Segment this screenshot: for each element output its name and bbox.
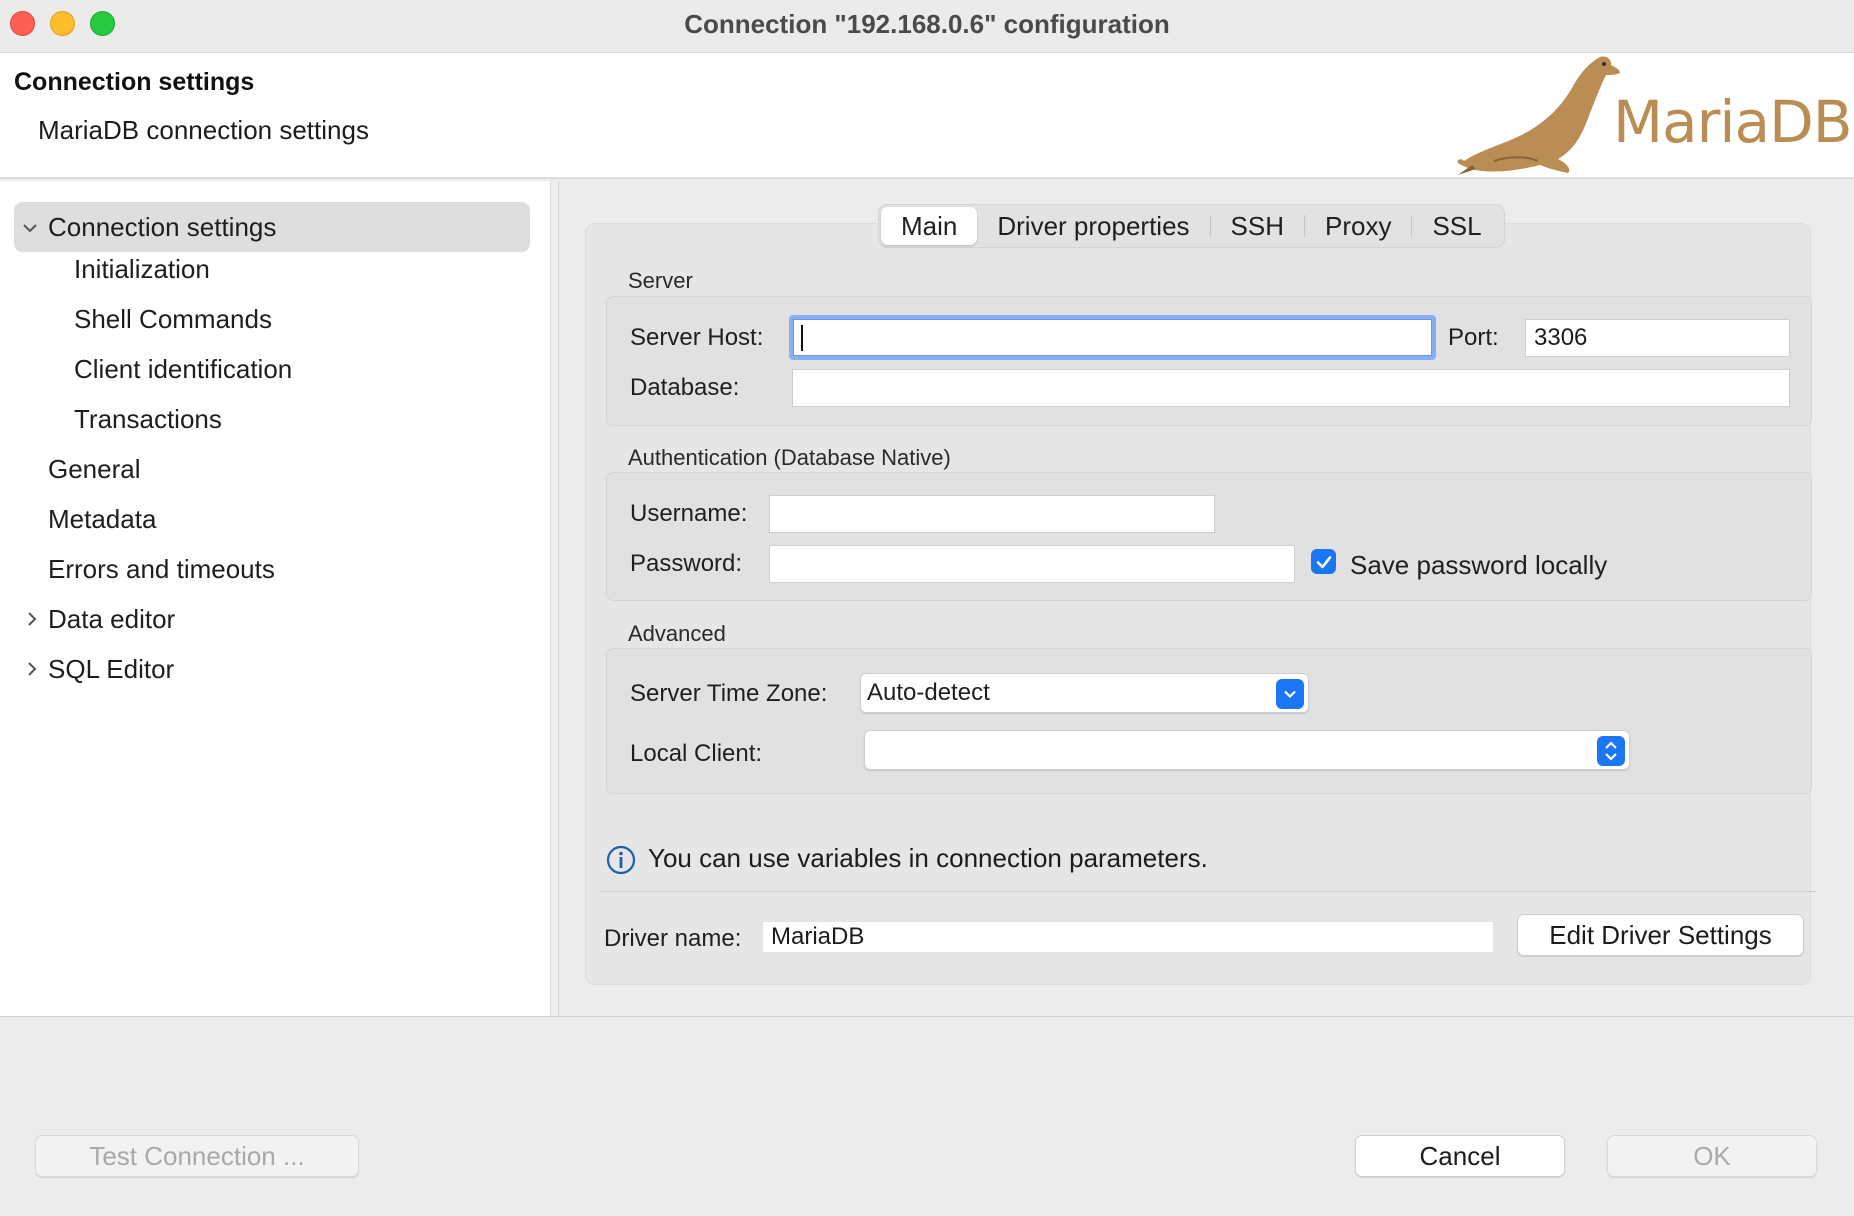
driver-name-label: Driver name:	[604, 925, 742, 952]
cancel-button[interactable]: Cancel	[1355, 1135, 1565, 1177]
tab-driver-properties[interactable]: Driver properties	[977, 207, 1209, 245]
username-input[interactable]	[769, 495, 1215, 533]
sidebar-item-label: Connection settings	[48, 211, 277, 242]
sidebar-item-client-identification[interactable]: Client identification	[74, 344, 292, 394]
auth-group-label: Authentication (Database Native)	[628, 445, 951, 470]
sidebar-item-transactions[interactable]: Transactions	[74, 394, 222, 444]
local-client-label: Local Client:	[630, 740, 763, 767]
local-client-select[interactable]	[864, 730, 1630, 770]
tab-bar: Main Driver properties SSH Proxy SSL	[878, 204, 1505, 248]
server-host-input[interactable]	[789, 315, 1436, 360]
timezone-value: Auto-detect	[867, 679, 990, 706]
info-icon	[606, 845, 636, 875]
divider	[600, 891, 1816, 892]
variables-info-text: You can use variables in connection para…	[648, 843, 1208, 873]
sea-lion-icon	[1457, 56, 1620, 175]
up-down-chevron-icon	[1605, 741, 1617, 761]
sidebar-item-initialization[interactable]: Initialization	[74, 244, 210, 294]
username-label: Username:	[630, 500, 748, 527]
tab-main[interactable]: Main	[881, 207, 978, 245]
chevron-right-icon[interactable]	[24, 661, 40, 677]
chevron-right-icon[interactable]	[24, 611, 40, 627]
logo-text: MariaDB	[1613, 88, 1853, 156]
sidebar-item-label: Initialization	[74, 253, 210, 284]
window-title: Connection "192.168.0.6" configuration	[684, 9, 1170, 39]
advanced-group-label: Advanced	[628, 621, 726, 646]
mariadb-logo: MariaDB	[1454, 53, 1854, 179]
port-label: Port:	[1448, 324, 1499, 351]
sidebar-item-shell-commands[interactable]: Shell Commands	[74, 294, 272, 344]
sidebar-item-label: Metadata	[48, 503, 157, 534]
dialog-footer	[0, 1016, 1854, 1216]
save-password-checkbox[interactable]	[1311, 549, 1336, 574]
chevron-down-icon[interactable]	[22, 220, 38, 236]
ok-button[interactable]: OK	[1607, 1135, 1817, 1177]
chevron-down-icon	[1284, 690, 1296, 699]
dropdown-button[interactable]	[1276, 679, 1304, 709]
timezone-label: Server Time Zone:	[630, 680, 828, 707]
sidebar-item-label: Transactions	[74, 403, 222, 434]
password-label: Password:	[630, 550, 743, 577]
header-subtitle: MariaDB connection settings	[38, 115, 369, 145]
tab-ssl[interactable]: SSL	[1412, 207, 1501, 245]
checkmark-icon	[1316, 555, 1331, 568]
database-label: Database:	[630, 374, 740, 401]
dialog-header: Connection settings MariaDB connection s…	[0, 53, 1854, 179]
server-group-label: Server	[628, 268, 693, 293]
sidebar-item-label: General	[48, 453, 141, 484]
sidebar-item-errors-and-timeouts[interactable]: Errors and timeouts	[48, 544, 275, 594]
timezone-select[interactable]: Auto-detect	[860, 673, 1309, 713]
sidebar-splitter[interactable]	[551, 181, 559, 1016]
stepper-button[interactable]	[1597, 736, 1625, 766]
sidebar-item-label: Errors and timeouts	[48, 553, 275, 584]
test-connection-button[interactable]: Test Connection ...	[35, 1135, 359, 1177]
header-title: Connection settings	[14, 68, 255, 96]
sidebar-item-metadata[interactable]: Metadata	[48, 494, 156, 544]
sidebar-item-label: SQL Editor	[48, 653, 175, 684]
sidebar-item-general[interactable]: General	[48, 444, 141, 494]
tab-proxy[interactable]: Proxy	[1305, 207, 1411, 245]
sidebar-item-label: Shell Commands	[74, 303, 272, 334]
sidebar-item-label: Client identification	[74, 353, 293, 384]
port-value: 3306	[1534, 324, 1588, 351]
database-input[interactable]	[792, 369, 1790, 407]
sidebar-item-label: Data editor	[48, 603, 176, 634]
driver-name-field: MariaDB	[762, 921, 1494, 953]
edit-driver-settings-button[interactable]: Edit Driver Settings	[1517, 914, 1804, 956]
server-host-label: Server Host:	[630, 324, 764, 351]
tab-ssh[interactable]: SSH	[1211, 207, 1304, 245]
save-password-label[interactable]: Save password locally	[1350, 550, 1607, 581]
advanced-group	[606, 648, 1812, 794]
password-input[interactable]	[769, 545, 1295, 583]
sidebar-item-sql-editor[interactable]: SQL Editor	[22, 644, 322, 694]
port-input[interactable]: 3306	[1525, 319, 1790, 357]
text-caret	[801, 324, 803, 351]
driver-name-value: MariaDB	[771, 923, 865, 950]
title-bar: Connection "192.168.0.6" configuration	[0, 0, 1854, 53]
sidebar-item-data-editor[interactable]: Data editor	[22, 594, 322, 644]
settings-sidebar: Connection settings Initialization Shell…	[0, 181, 551, 1016]
